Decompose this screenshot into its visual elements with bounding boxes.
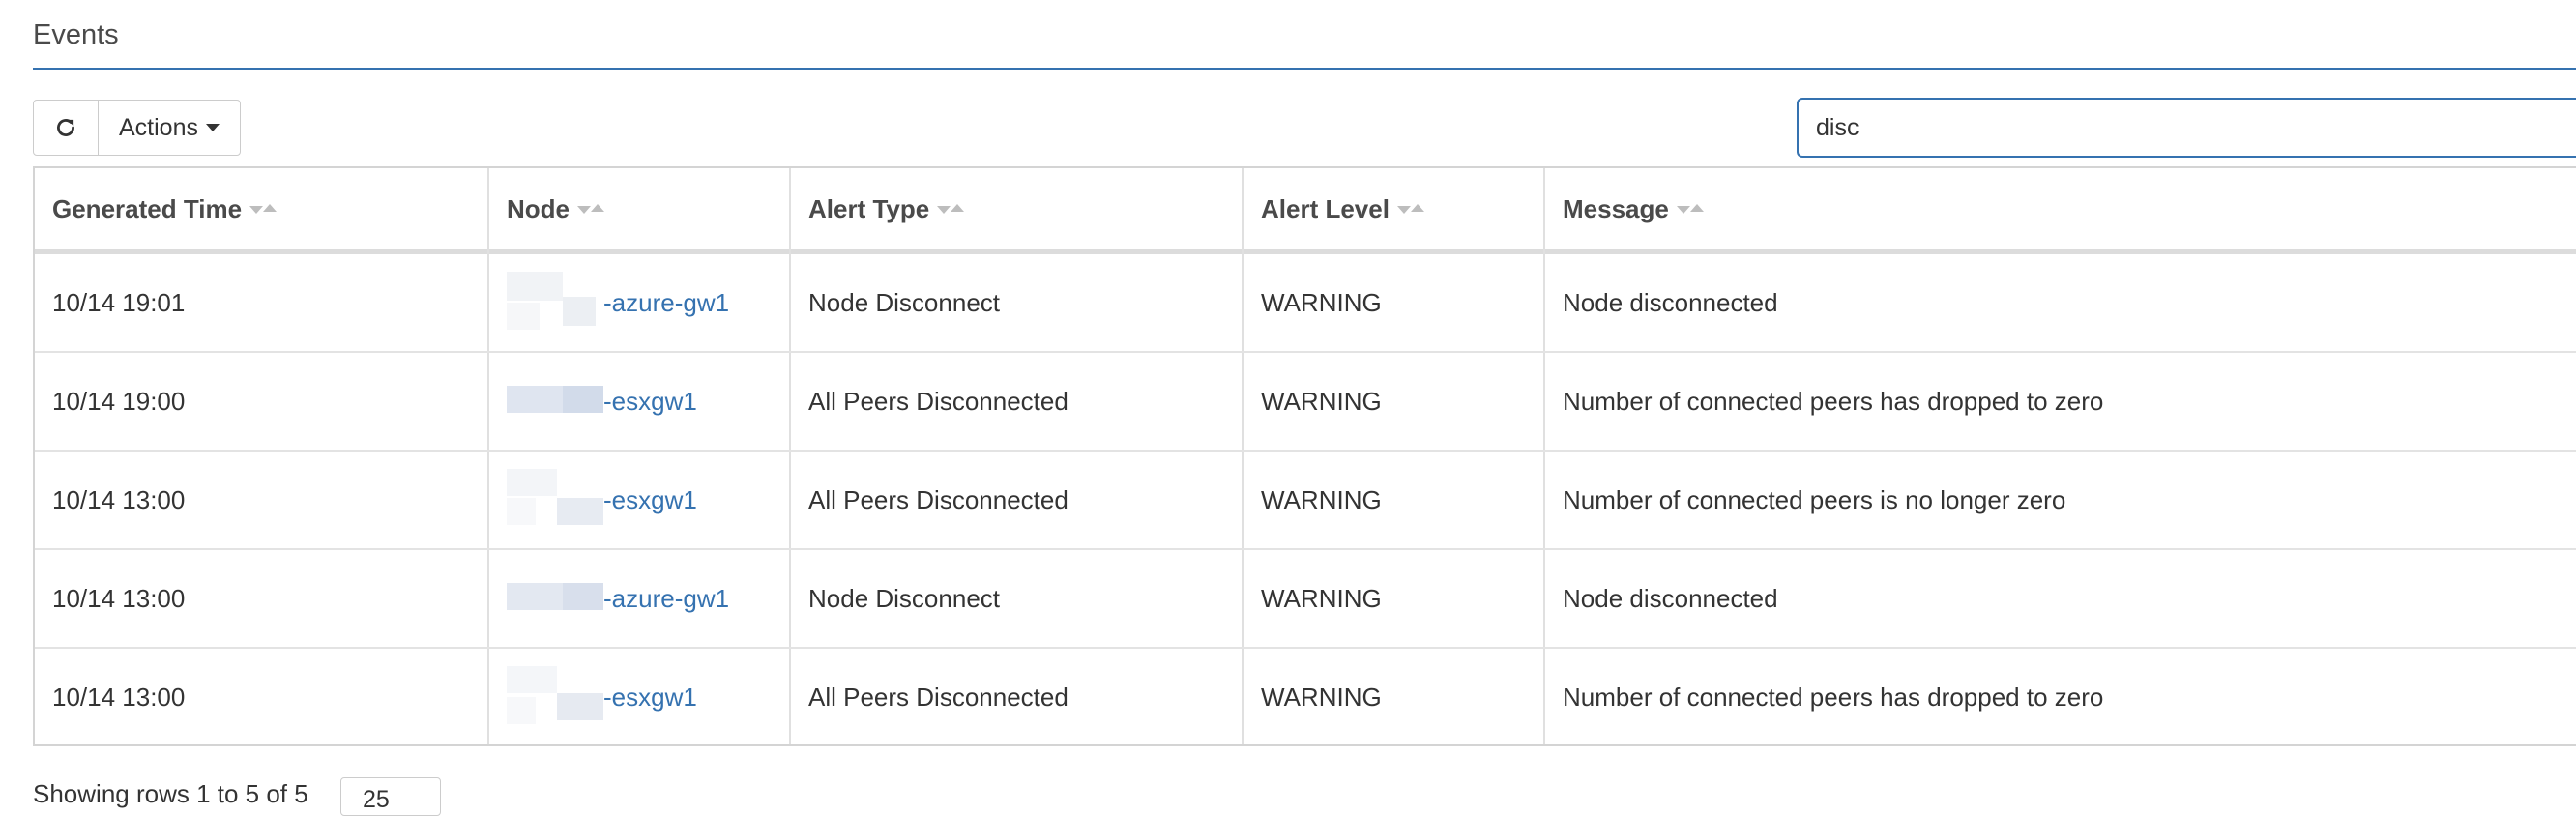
cell-generated-time: 10/14 19:01: [52, 287, 186, 317]
cell-node: -esxgw1: [489, 649, 697, 745]
node-link[interactable]: -esxgw1: [603, 485, 697, 515]
column-header-node[interactable]: Node: [489, 168, 791, 249]
redacted-block: [507, 452, 603, 548]
sort-icon: [937, 202, 968, 216]
actions-label: Actions: [119, 113, 198, 141]
node-link[interactable]: -azure-gw1: [603, 288, 729, 318]
table-row[interactable]: 10/14 13:00 -esxgw1 All Peers Disconnect…: [35, 649, 2576, 747]
refresh-button[interactable]: [33, 100, 99, 156]
cell-generated-time: 10/14 13:00: [52, 484, 186, 514]
pagination-summary: Showing rows 1 to 5 of 5: [33, 779, 308, 808]
cell-alert-type: Node Disconnect: [808, 583, 1000, 613]
column-header-generated-time[interactable]: Generated Time: [35, 168, 489, 249]
node-link[interactable]: -esxgw1: [603, 683, 697, 713]
table-row[interactable]: 10/14 19:01 -azure-gw1 Node Disconnect W…: [35, 254, 2576, 353]
table-row[interactable]: 10/14 13:00 -azure-gw1 Node Disconnect W…: [35, 550, 2576, 649]
search-input[interactable]: [1797, 98, 2576, 158]
caret-down-icon: [205, 124, 220, 131]
cell-alert-level: WARNING: [1261, 484, 1382, 514]
refresh-icon: [57, 119, 74, 136]
table-row[interactable]: 10/14 13:00 -esxgw1 All Peers Disconnect…: [35, 452, 2576, 550]
redacted-block: [507, 649, 603, 745]
cell-message: Number of connected peers has dropped to…: [1563, 386, 2104, 416]
cell-message: Number of connected peers is no longer z…: [1563, 484, 2066, 514]
cell-node: -azure-gw1: [489, 550, 729, 647]
events-table: Generated Time Node Alert Type Alert Lev…: [33, 166, 2576, 746]
events-page: Events Actions Generated Time Node: [0, 0, 2576, 816]
redacted-block: [507, 353, 603, 450]
cell-node: -esxgw1: [489, 452, 697, 548]
node-link[interactable]: -esxgw1: [603, 387, 697, 417]
cell-generated-time: 10/14 19:00: [52, 386, 186, 416]
cell-message: Node disconnected: [1563, 583, 1778, 613]
cell-node: -azure-gw1: [489, 254, 729, 351]
actions-dropdown-button[interactable]: Actions: [98, 100, 241, 156]
cell-message: Number of connected peers has dropped to…: [1563, 682, 2104, 712]
column-header-message[interactable]: Message: [1545, 168, 2576, 249]
cell-alert-level: WARNING: [1261, 386, 1382, 416]
column-header-label: Message: [1563, 193, 1669, 223]
column-header-alert-level[interactable]: Alert Level: [1244, 168, 1545, 249]
column-header-label: Generated Time: [52, 193, 243, 223]
cell-alert-type: All Peers Disconnected: [808, 386, 1068, 416]
column-header-label: Alert Level: [1261, 193, 1390, 223]
table-body: 10/14 19:01 -azure-gw1 Node Disconnect W…: [35, 254, 2576, 747]
cell-node: -esxgw1: [489, 353, 697, 450]
page-title: Events: [33, 19, 119, 50]
page-size-select[interactable]: 25: [340, 777, 441, 816]
cell-alert-type: All Peers Disconnected: [808, 484, 1068, 514]
column-header-label: Alert Type: [808, 193, 930, 223]
cell-generated-time: 10/14 13:00: [52, 682, 186, 712]
node-link[interactable]: -azure-gw1: [603, 584, 729, 614]
cell-alert-level: WARNING: [1261, 583, 1382, 613]
column-header-alert-type[interactable]: Alert Type: [791, 168, 1244, 249]
sort-icon: [577, 202, 608, 216]
cell-generated-time: 10/14 13:00: [52, 583, 186, 613]
cell-alert-level: WARNING: [1261, 682, 1382, 712]
cell-message: Node disconnected: [1563, 287, 1778, 317]
cell-alert-type: Node Disconnect: [808, 287, 1000, 317]
table-row[interactable]: 10/14 19:00 -esxgw1 All Peers Disconnect…: [35, 353, 2576, 452]
cell-alert-type: All Peers Disconnected: [808, 682, 1068, 712]
column-header-label: Node: [507, 193, 570, 223]
sort-icon: [1396, 202, 1428, 216]
redacted-block: [507, 550, 603, 647]
cell-alert-level: WARNING: [1261, 287, 1382, 317]
title-divider: [33, 68, 2576, 70]
table-header: Generated Time Node Alert Type Alert Lev…: [35, 168, 2576, 254]
toolbar: Actions: [33, 100, 241, 158]
sort-icon: [1676, 202, 1708, 216]
redacted-block: [507, 254, 603, 351]
sort-icon: [249, 202, 280, 216]
